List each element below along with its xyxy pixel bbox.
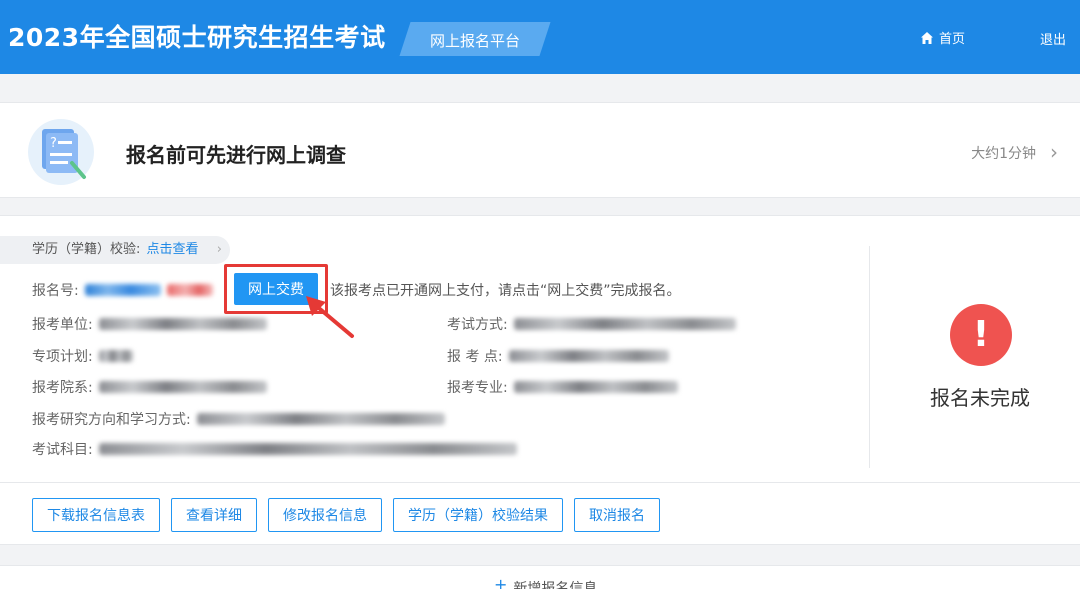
registration-card: 学历（学籍）校验: 点击查看 › 报名号: 网上交费 该报考点已开通网上支付，请… — [0, 215, 1080, 545]
special-plan-field: 专项计划: — [32, 346, 133, 366]
reg-no-field: 报名号: — [32, 280, 213, 300]
home-icon — [921, 31, 933, 44]
svg-text:?: ? — [50, 136, 57, 151]
chevron-right-icon: › — [216, 242, 222, 257]
unit-field: 报考单位: — [32, 314, 267, 334]
platform-tag: 网上报名平台 — [399, 22, 551, 56]
exclamation-icon: ! — [950, 304, 1012, 366]
special-plan-value-redacted — [98, 350, 133, 362]
department-field: 报考院系: — [32, 377, 267, 397]
verify-link[interactable]: 点击查看 — [147, 242, 199, 257]
exam-method-field: 考试方式: — [447, 314, 736, 334]
major-field: 报考专业: — [447, 377, 678, 397]
exam-site-field: 报 考 点: — [447, 346, 669, 366]
survey-duration: 大约1分钟 — [971, 146, 1036, 162]
special-plan-label: 专项计划: — [32, 349, 93, 365]
exam-site-value-redacted — [508, 350, 669, 362]
cancel-registration-button[interactable]: 取消报名 — [574, 498, 660, 532]
registration-status: 报名未完成 — [930, 386, 1030, 410]
top-header: 2023年全国硕士研究生招生考试 网上报名平台 首页 退出 — [0, 0, 1080, 74]
verify-pill: 学历（学籍）校验: 点击查看 › — [0, 236, 230, 264]
subjects-field: 考试科目: — [32, 439, 517, 459]
unit-label: 报考单位: — [32, 317, 93, 333]
major-value-redacted — [513, 381, 678, 393]
logout-link[interactable]: 退出 — [1040, 29, 1066, 48]
reg-no-value-redacted — [84, 284, 161, 296]
pay-note: 该报考点已开通网上支付，请点击“网上交费”完成报名。 — [330, 283, 681, 299]
add-registration-row[interactable]: + 新增报名信息 — [0, 565, 1080, 589]
reg-status-redacted — [166, 284, 213, 296]
chevron-right-icon: › — [1050, 140, 1058, 164]
unit-value-redacted — [98, 318, 267, 330]
exam-site-label: 报 考 点: — [447, 349, 503, 365]
plus-icon: + — [494, 575, 508, 589]
edit-registration-button[interactable]: 修改报名信息 — [268, 498, 382, 532]
exam-method-label: 考试方式: — [447, 317, 508, 333]
verify-result-button[interactable]: 学历（学籍）校验结果 — [393, 498, 563, 532]
platform-label: 网上报名平台 — [429, 32, 520, 50]
add-registration-link[interactable]: + 新增报名信息 — [494, 575, 598, 589]
major-label: 报考专业: — [447, 380, 508, 396]
direction-label: 报考研究方向和学习方式: — [32, 412, 191, 428]
home-label: 首页 — [939, 32, 966, 47]
department-value-redacted — [98, 381, 267, 393]
page-title: 2023年全国硕士研究生招生考试 — [8, 23, 386, 52]
reg-no-label: 报名号: — [32, 283, 79, 299]
direction-value-redacted — [196, 413, 445, 425]
survey-title: 报名前可先进行网上调查 — [126, 143, 346, 167]
subjects-label: 考试科目: — [32, 442, 93, 458]
direction-field: 报考研究方向和学习方式: — [32, 409, 445, 429]
department-label: 报考院系: — [32, 380, 93, 396]
view-details-button[interactable]: 查看详细 — [171, 498, 257, 532]
verify-label: 学历（学籍）校验: — [32, 242, 141, 257]
subjects-value-redacted — [98, 443, 517, 455]
vertical-divider — [869, 246, 870, 468]
horizontal-divider — [0, 482, 1080, 483]
action-buttons: 下载报名信息表 查看详细 修改报名信息 学历（学籍）校验结果 取消报名 — [32, 498, 660, 532]
exam-method-value-redacted — [513, 318, 736, 330]
add-registration-label: 新增报名信息 — [513, 581, 598, 589]
survey-card[interactable]: ? 报名前可先进行网上调查 大约1分钟 › — [0, 102, 1080, 198]
home-link[interactable]: 首页 — [920, 28, 965, 47]
download-form-button[interactable]: 下载报名信息表 — [32, 498, 160, 532]
survey-document-icon: ? — [28, 119, 94, 185]
